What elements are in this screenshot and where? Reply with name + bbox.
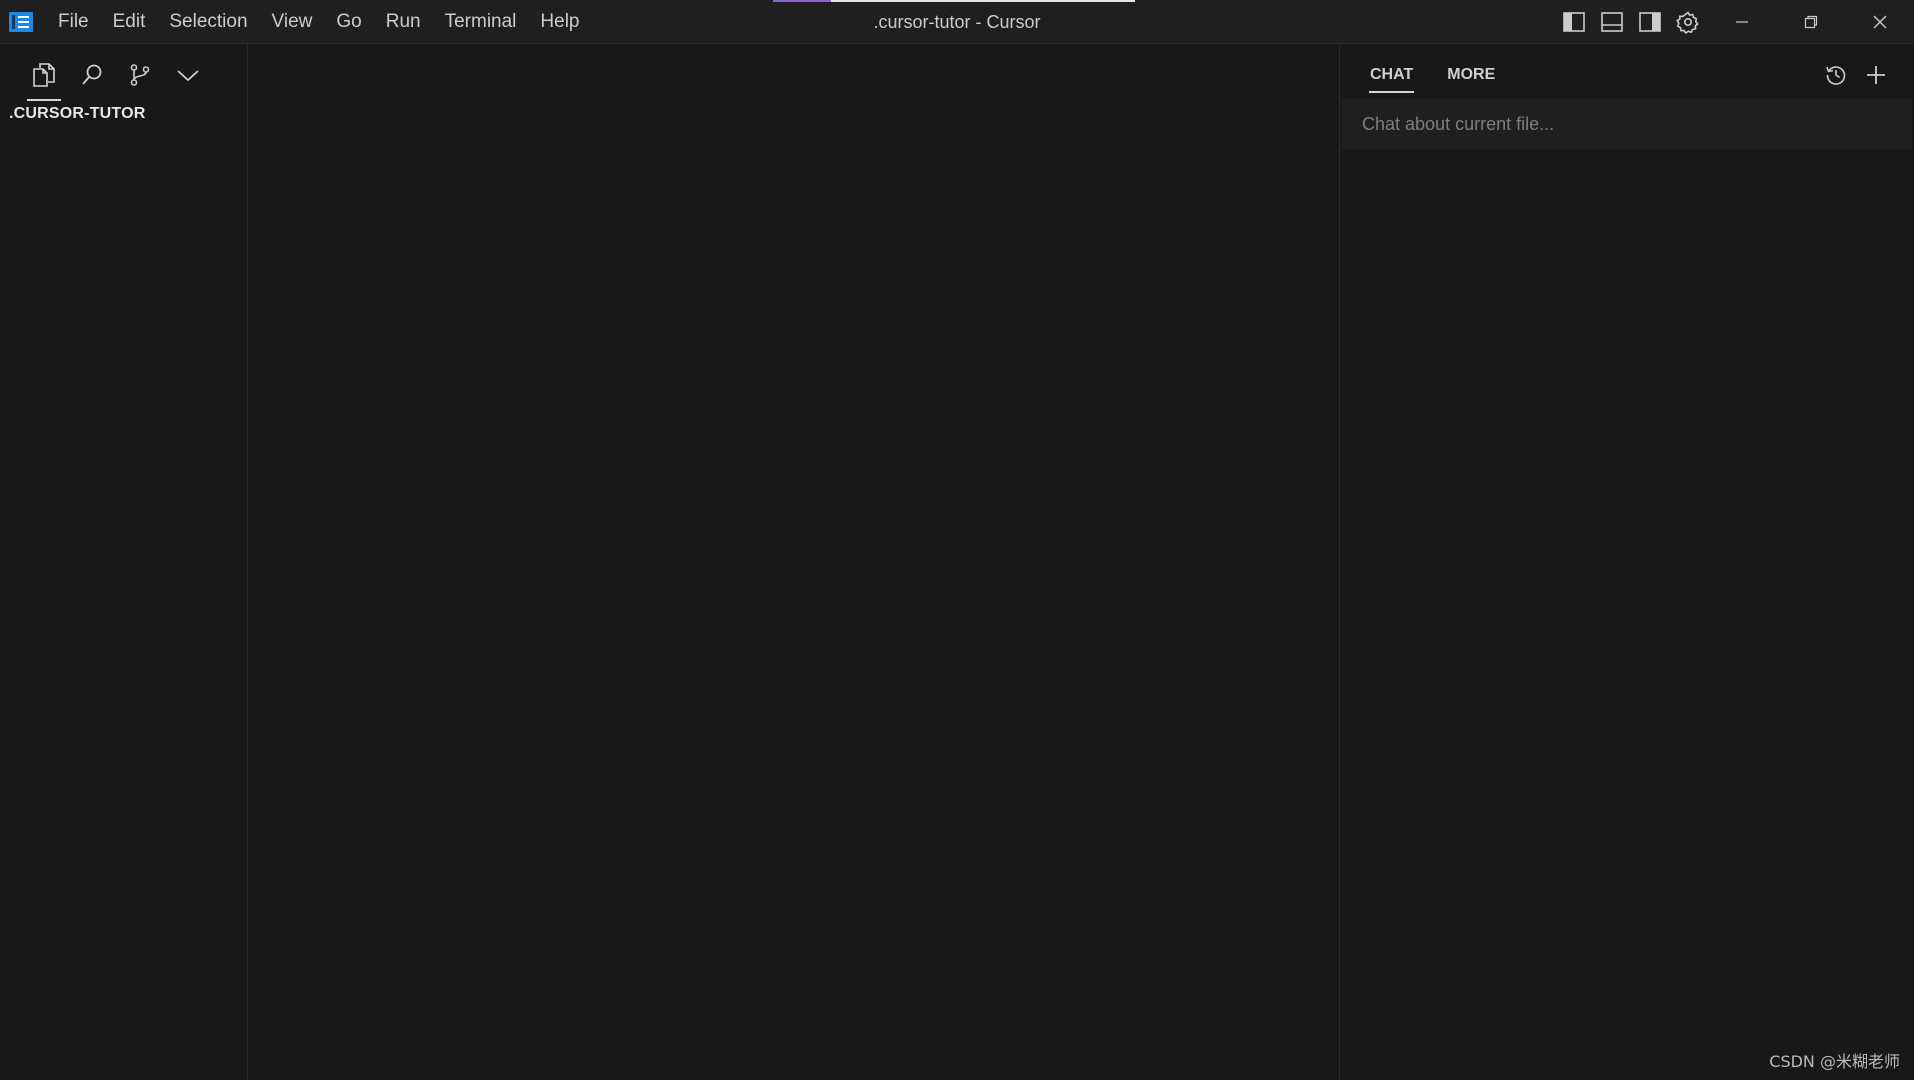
files-icon[interactable] bbox=[24, 53, 64, 101]
menu-help[interactable]: Help bbox=[528, 0, 591, 44]
title-actions bbox=[1555, 0, 1914, 44]
chat-panel-tabs: CHAT MORE bbox=[1368, 61, 1529, 93]
menu-bar: File Edit Selection View Go Run Terminal… bbox=[46, 0, 592, 44]
loading-progress-fill bbox=[773, 0, 831, 2]
menu-edit[interactable]: Edit bbox=[101, 0, 158, 44]
menu-go[interactable]: Go bbox=[324, 0, 373, 44]
sidebar-view-tabs bbox=[24, 53, 216, 101]
plus-icon[interactable] bbox=[1858, 57, 1894, 93]
tab-more[interactable]: MORE bbox=[1447, 61, 1495, 89]
layout-sidebar-right-icon[interactable] bbox=[1631, 0, 1669, 44]
cursor-logo-icon bbox=[9, 12, 33, 32]
history-icon[interactable] bbox=[1818, 57, 1854, 93]
menu-run[interactable]: Run bbox=[374, 0, 433, 44]
primary-sidebar: .CURSOR-TUTOR bbox=[0, 45, 248, 1080]
menu-selection[interactable]: Selection bbox=[157, 0, 259, 44]
menu-file[interactable]: File bbox=[46, 0, 101, 44]
restore-icon[interactable] bbox=[1776, 0, 1845, 44]
chat-panel: CHAT MORE bbox=[1339, 45, 1914, 1080]
menu-terminal[interactable]: Terminal bbox=[433, 0, 529, 44]
layout-panel-icon[interactable] bbox=[1593, 0, 1631, 44]
tab-chat[interactable]: CHAT bbox=[1368, 61, 1415, 93]
watermark: CSDN @米糊老师 bbox=[1769, 1052, 1900, 1071]
gear-icon[interactable] bbox=[1669, 0, 1707, 44]
loading-progress-bar bbox=[773, 0, 1135, 2]
explorer-folder-title[interactable]: .CURSOR-TUTOR bbox=[9, 105, 146, 123]
title-bar: File Edit Selection View Go Run Terminal… bbox=[0, 0, 1914, 44]
editor-area[interactable] bbox=[248, 45, 1339, 1080]
source-control-icon[interactable] bbox=[120, 53, 160, 97]
search-icon[interactable] bbox=[72, 53, 112, 97]
cursor-window: File Edit Selection View Go Run Terminal… bbox=[0, 0, 1914, 1080]
chevron-down-icon[interactable] bbox=[168, 53, 208, 97]
layout-sidebar-left-icon[interactable] bbox=[1555, 0, 1593, 44]
close-icon[interactable] bbox=[1845, 0, 1914, 44]
minimize-icon[interactable] bbox=[1707, 0, 1776, 44]
menu-view[interactable]: View bbox=[260, 0, 325, 44]
chat-input[interactable] bbox=[1342, 99, 1912, 149]
chat-actions bbox=[1814, 57, 1894, 93]
